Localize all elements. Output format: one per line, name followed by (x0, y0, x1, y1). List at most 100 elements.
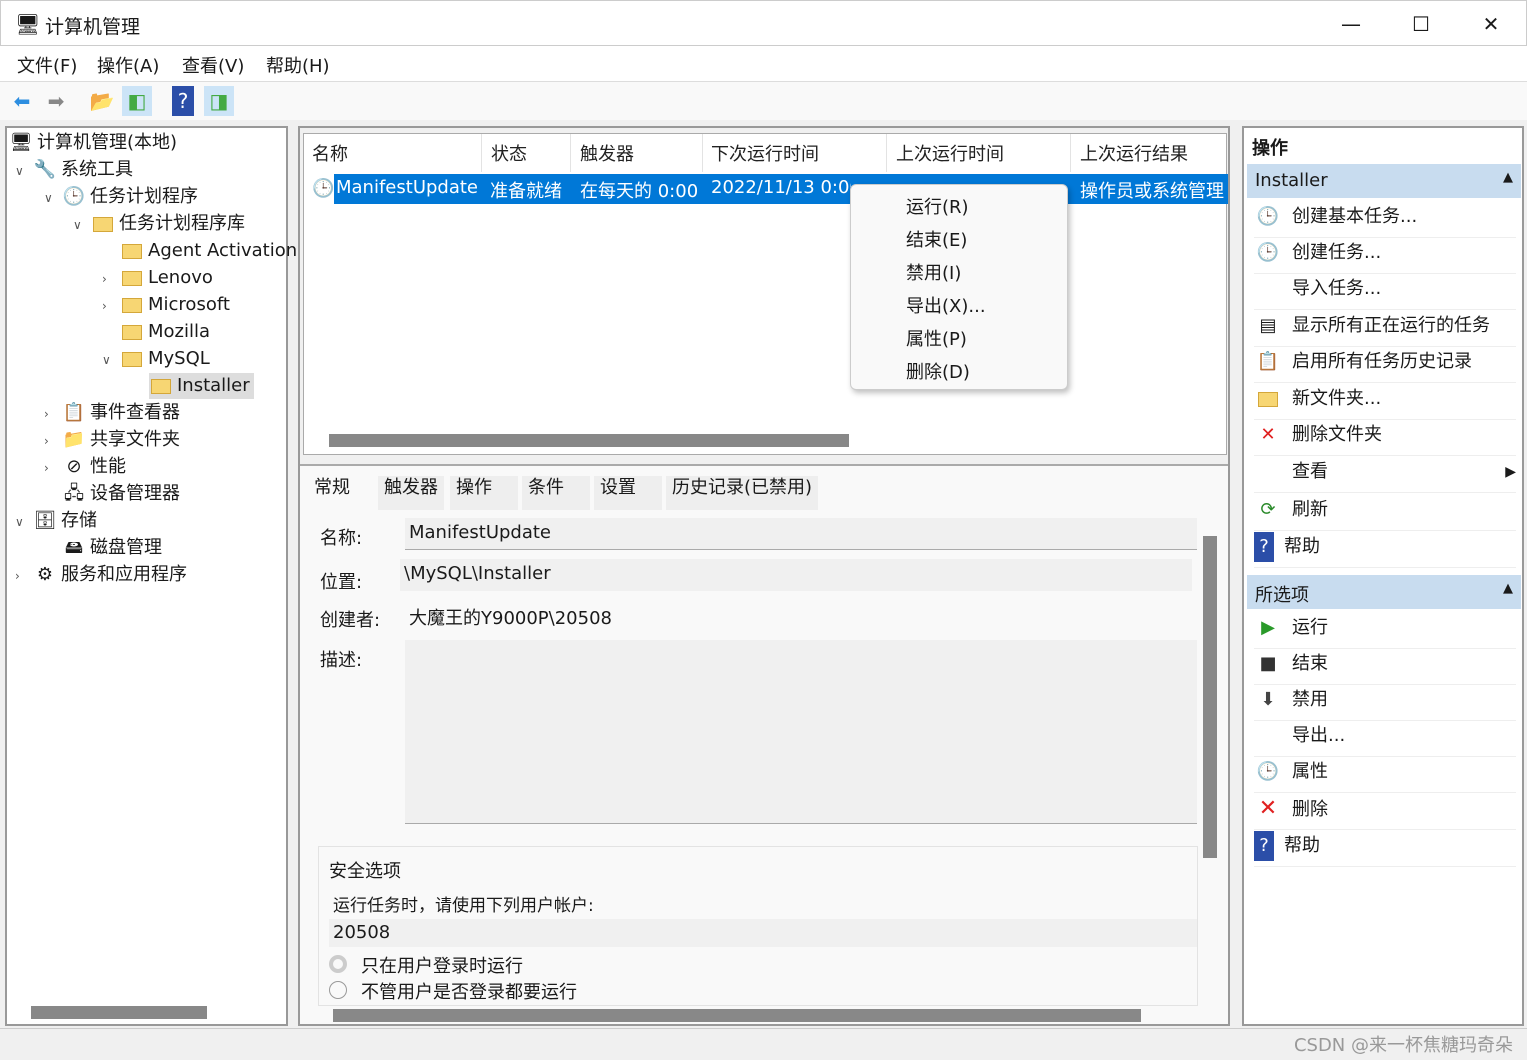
up-folder-icon[interactable]: 📂 (87, 86, 117, 116)
action-end[interactable]: ■ 结束 (1254, 649, 1516, 685)
close-button[interactable]: ✕ (1471, 9, 1511, 39)
tree-item-performance[interactable]: › ⊘ 性能 (44, 454, 126, 480)
show-hide-tree-icon[interactable]: ◧ (122, 86, 152, 116)
radio-logged-on-only[interactable] (329, 955, 347, 973)
collapse-icon[interactable]: ▲ (1503, 170, 1513, 185)
tree-item-microsoft[interactable]: › Microsoft (102, 292, 230, 318)
action-properties[interactable]: 🕒 属性 (1254, 757, 1516, 793)
context-disable[interactable]: 禁用(I) (906, 259, 961, 285)
tree-item-task-library[interactable]: ∨ 任务计划程序库 (73, 211, 245, 237)
action-new-folder[interactable]: 新文件夹... (1254, 384, 1516, 420)
menu-view[interactable]: 查看(V) (182, 52, 244, 78)
action-import-task[interactable]: 导入任务... (1254, 274, 1516, 310)
account-field: 20508 (329, 919, 1197, 947)
tree-item-event-viewer[interactable]: › 📋 事件查看器 (44, 400, 180, 426)
tab-general[interactable]: 常规 (308, 476, 356, 510)
action-label: 启用所有任务历史记录 (1292, 351, 1472, 372)
table-row-selected[interactable]: ManifestUpdate 准备就绪 在每天的 0:00 2022/11/13… (334, 174, 1228, 204)
chevron-down-icon[interactable]: ∨ (102, 347, 120, 373)
list-horizontal-scrollbar[interactable] (329, 434, 849, 447)
action-label: 禁用 (1292, 689, 1328, 710)
tree-item-mysql[interactable]: ∨ MySQL (102, 346, 210, 372)
section-installer[interactable]: Installer ▲ (1247, 164, 1521, 198)
context-export[interactable]: 导出(X)... (906, 292, 986, 318)
action-create-task[interactable]: 🕒 创建任务... (1254, 238, 1516, 274)
radio-whether-logged-on[interactable] (329, 981, 347, 999)
menu-help[interactable]: 帮助(H) (266, 52, 330, 78)
action-run[interactable]: ▶ 运行 (1254, 613, 1516, 649)
tree-label: 服务和应用程序 (61, 564, 187, 585)
tree-item-system-tools[interactable]: ∨ 🔧 系统工具 (15, 157, 133, 183)
tab-history[interactable]: 历史记录(已禁用) (666, 476, 819, 510)
action-disable[interactable]: ⬇ 禁用 (1254, 685, 1516, 721)
tree-item-task-scheduler[interactable]: ∨ 🕒 任务计划程序 (44, 184, 198, 210)
context-properties[interactable]: 属性(P) (906, 325, 967, 351)
chevron-down-icon[interactable]: ∨ (73, 212, 91, 238)
action-label: 创建任务... (1292, 242, 1382, 263)
column-header-trigger[interactable]: 触发器 (580, 140, 634, 166)
action-export[interactable]: 导出... (1254, 721, 1516, 757)
column-header-status[interactable]: 状态 (491, 140, 527, 166)
description-field[interactable] (405, 640, 1197, 824)
tree-horizontal-scrollbar[interactable] (31, 1006, 207, 1019)
section-selected-item[interactable]: 所选项 ▲ (1247, 575, 1521, 609)
tree-item-device-manager[interactable]: 🖧 设备管理器 (44, 481, 180, 507)
minimize-button[interactable]: — (1331, 9, 1371, 39)
action-label: 查看 (1292, 461, 1328, 482)
tree-label: 计算机管理(本地) (37, 132, 178, 153)
tree-item-agent-activation[interactable]: Agent Activation (102, 238, 297, 264)
details-vertical-scrollbar[interactable] (1203, 536, 1217, 858)
details-horizontal-scrollbar[interactable] (333, 1009, 1141, 1022)
radio-whether-logged-on-label[interactable]: 不管用户是否登录都要运行 (361, 978, 577, 1004)
context-end[interactable]: 结束(E) (906, 226, 967, 252)
back-icon[interactable]: ⬅ (7, 86, 37, 116)
chevron-right-icon[interactable]: › (102, 293, 120, 319)
tab-conditions[interactable]: 条件 (522, 476, 590, 510)
action-view[interactable]: 查看 ▶ (1254, 457, 1516, 493)
action-create-basic-task[interactable]: 🕒 创建基本任务... (1254, 202, 1516, 238)
chevron-right-icon[interactable]: › (44, 455, 62, 481)
tab-actions[interactable]: 操作 (450, 476, 518, 510)
tree-item-storage[interactable]: ∨ 🗄 存储 (15, 508, 97, 534)
action-show-running[interactable]: ▤ 显示所有正在运行的任务 (1254, 311, 1516, 347)
tree-item-lenovo[interactable]: › Lenovo (102, 265, 213, 291)
action-help[interactable]: ? 帮助 (1254, 532, 1516, 568)
maximize-button[interactable]: ☐ (1401, 9, 1441, 39)
tab-triggers[interactable]: 触发器 (378, 476, 444, 510)
tree-item-computer-management[interactable]: 🖥 计算机管理(本地) (9, 130, 177, 156)
chevron-right-icon[interactable]: › (15, 563, 33, 589)
chevron-right-icon[interactable]: › (44, 401, 62, 427)
tree-item-disk-management[interactable]: 🖴 磁盘管理 (44, 535, 162, 561)
column-header-last-run[interactable]: 上次运行时间 (896, 140, 1004, 166)
context-delete[interactable]: 删除(D) (906, 358, 970, 384)
tab-settings[interactable]: 设置 (594, 476, 662, 510)
tree-item-shared-folders[interactable]: › 📁 共享文件夹 (44, 427, 180, 453)
action-enable-history[interactable]: 📋 启用所有任务历史记录 (1254, 347, 1516, 383)
action-help-selected[interactable]: ? 帮助 (1254, 831, 1516, 867)
context-run[interactable]: 运行(R) (906, 193, 969, 219)
column-header-last-result[interactable]: 上次运行结果 (1080, 140, 1188, 166)
column-header-name[interactable]: 名称 (312, 140, 348, 166)
computer-icon: 🖥 (9, 132, 33, 153)
action-delete-folder[interactable]: ✕ 删除文件夹 (1254, 420, 1516, 456)
tree-item-services-apps[interactable]: › ⚙ 服务和应用程序 (15, 562, 187, 588)
menu-action[interactable]: 操作(A) (97, 52, 159, 78)
action-delete[interactable]: ✕ 删除 (1254, 794, 1516, 830)
help-icon[interactable]: ? (172, 86, 194, 116)
chevron-down-icon[interactable]: ∨ (44, 185, 62, 211)
task-details: 常规 触发器 操作 条件 设置 历史记录(已禁用) 名称: ManifestUp… (300, 464, 1228, 1024)
column-header-next-run[interactable]: 下次运行时间 (711, 140, 819, 166)
chevron-down-icon[interactable]: ∨ (15, 158, 33, 184)
chevron-down-icon[interactable]: ∨ (15, 509, 33, 535)
action-refresh[interactable]: ⟳ 刷新 (1254, 495, 1516, 531)
tree-item-mozilla[interactable]: Mozilla (102, 319, 210, 345)
show-hide-action-pane-icon[interactable]: ◨ (204, 86, 234, 116)
menu-file[interactable]: 文件(F) (17, 52, 77, 78)
tree-item-installer[interactable]: Installer (149, 373, 254, 399)
tools-icon: 🔧 (33, 159, 57, 180)
chevron-right-icon[interactable]: › (102, 266, 120, 292)
name-field[interactable]: ManifestUpdate (405, 518, 1197, 550)
collapse-icon[interactable]: ▲ (1503, 581, 1513, 596)
chevron-right-icon[interactable]: › (44, 428, 62, 454)
forward-icon[interactable]: ➡ (41, 86, 71, 116)
